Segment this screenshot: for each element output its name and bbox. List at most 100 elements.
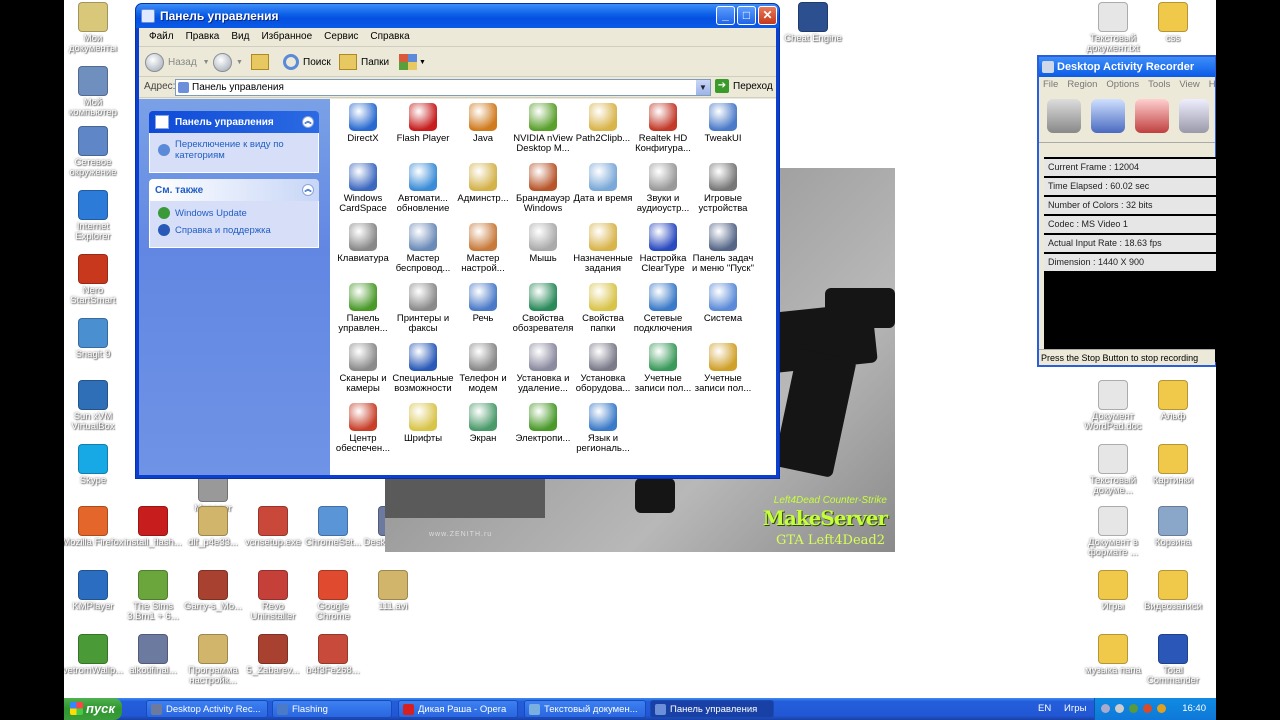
menu-help[interactable]: Справка [364, 28, 415, 45]
desktop-icon[interactable]: vetromWallp... [62, 634, 124, 676]
camera-icon[interactable] [1047, 99, 1081, 133]
desktop-icon[interactable]: Revo Uninstaller [242, 570, 304, 622]
desktop-icon[interactable]: Документ WordPad.doc [1082, 380, 1144, 432]
switch-category-view-link[interactable]: Переключение к виду по категориям [158, 139, 310, 161]
control-panel-item[interactable]: Назначенные задания [572, 223, 634, 274]
pane-control-panel-header[interactable]: Панель управления ︽ [149, 111, 319, 133]
control-panel-item[interactable]: Мастер беспровод... [392, 223, 454, 274]
windows-update-link[interactable]: Windows Update [158, 207, 310, 219]
forward-button[interactable]: ▼ [213, 51, 243, 73]
desktop-icon[interactable]: Текстовый документ.txt [1082, 2, 1144, 54]
control-panel-item[interactable]: Java [452, 103, 514, 144]
control-panel-item[interactable]: Сканеры и камеры [332, 343, 394, 394]
recorder-menu-tools[interactable]: Tools [1148, 79, 1170, 90]
pages-icon[interactable] [1179, 99, 1209, 133]
desktop-icon[interactable]: Google Chrome [302, 570, 364, 622]
control-panel-item[interactable]: Специальные возможности [392, 343, 454, 394]
control-panel-item[interactable]: Path2Clipb... [572, 103, 634, 144]
control-panel-item[interactable]: Брандмауэр Windows [512, 163, 574, 214]
desktop-icon[interactable]: Корзина [1142, 506, 1204, 548]
control-panel-item[interactable]: Панель задач и меню "Пуск" [692, 223, 754, 274]
address-input[interactable]: Панель управления ▼ [175, 79, 711, 96]
control-panel-item[interactable]: Установка и удаление... [512, 343, 574, 394]
tray-volume-icon[interactable] [1115, 704, 1124, 713]
control-panel-item[interactable]: Админстр... [452, 163, 514, 204]
control-panel-item[interactable]: Звуки и аудиоустр... [632, 163, 694, 214]
taskbar-button[interactable]: Дикая Раша - Opera [398, 700, 518, 718]
control-panel-item[interactable]: Realtek HD Конфигура... [632, 103, 694, 154]
control-panel-item[interactable]: Сетевые подключения [632, 283, 694, 334]
desktop-icon[interactable]: KMPlayer [62, 570, 124, 612]
recorder-menu-view[interactable]: View [1179, 79, 1199, 90]
control-panel-item[interactable]: Телефон и модем [452, 343, 514, 394]
taskbar-button[interactable]: Desktop Activity Rec... [146, 700, 268, 718]
clock[interactable]: 16:40 [1182, 703, 1206, 714]
desktop-icon[interactable]: alkotifinal... [122, 634, 184, 676]
menu-favorites[interactable]: Избранное [255, 28, 318, 45]
desktop-icon[interactable]: Мой компьютер [62, 66, 124, 118]
folders-button[interactable]: Папки [339, 51, 389, 73]
help-support-link[interactable]: Справка и поддержка [158, 224, 310, 236]
control-panel-item[interactable]: Панель управлен... [332, 283, 394, 334]
control-panel-item[interactable]: Windows CardSpace [332, 163, 394, 214]
record-camera-icon[interactable] [1091, 99, 1125, 133]
chevron-up-icon[interactable]: ︽ [302, 184, 314, 196]
control-panel-item[interactable]: Экран [452, 403, 514, 444]
desktop-icon[interactable]: Garry-s_Mo... [182, 570, 244, 612]
control-panel-item[interactable]: Настройка ClearType [632, 223, 694, 274]
desktop-icon[interactable]: Сетевое окружение [62, 126, 124, 178]
control-panel-item[interactable]: Речь [452, 283, 514, 324]
control-panel-item[interactable]: Автомати... обновление [392, 163, 454, 214]
tray-update-icon[interactable] [1157, 704, 1166, 713]
up-folder-button[interactable] [251, 51, 269, 73]
control-panel-item[interactable]: Мышь [512, 223, 574, 264]
desktop-icon[interactable]: css [1142, 2, 1204, 44]
menu-view[interactable]: Вид [225, 28, 255, 45]
desktop-icon[interactable]: Игры [1082, 570, 1144, 612]
menu-tools[interactable]: Сервис [318, 28, 364, 45]
desktop-icon[interactable]: музыка папа [1082, 634, 1144, 676]
quick-launch-games[interactable]: Игры [1064, 703, 1086, 714]
desktop-icon[interactable]: Internet Explorer [62, 190, 124, 242]
control-panel-item[interactable]: Свойства папки [572, 283, 634, 334]
taskbar-button[interactable]: Панель управления [650, 700, 774, 718]
desktop-icon[interactable]: Nero StartSmart [62, 254, 124, 306]
desktop-icon[interactable]: Cheat Engine [782, 2, 844, 44]
desktop-icon[interactable]: Skype [62, 444, 124, 486]
control-panel-item[interactable]: Учетные записи пол... [692, 343, 754, 394]
desktop-icon[interactable]: Текстовый докуме... [1082, 444, 1144, 496]
recorder-menu-region[interactable]: Region [1067, 79, 1097, 90]
taskbar-button[interactable]: Flashing [272, 700, 392, 718]
language-indicator[interactable]: EN [1038, 703, 1051, 714]
chevron-up-icon[interactable]: ︽ [302, 116, 314, 128]
desktop-icon[interactable]: b4f3Fe268... [302, 634, 364, 676]
tray-app-icon[interactable] [1129, 704, 1138, 713]
control-panel-item[interactable]: Принтеры и факсы [392, 283, 454, 334]
tray-security-icon[interactable] [1143, 704, 1152, 713]
desktop-icon[interactable]: Документ в формате ... [1082, 506, 1144, 558]
control-panel-item[interactable]: Свойства обозревателя [512, 283, 574, 334]
pane-see-also-header[interactable]: См. также ︽ [149, 179, 319, 201]
control-panel-item[interactable]: Учетные записи пол... [632, 343, 694, 394]
tray-network-icon[interactable] [1101, 704, 1110, 713]
desktop-icon[interactable]: Альф [1142, 380, 1204, 422]
control-panel-item[interactable]: Flash Player [392, 103, 454, 144]
desktop-icon[interactable]: install_flash... [122, 506, 184, 548]
desktop-icon[interactable]: ChromeSet... [302, 506, 364, 548]
control-panel-item[interactable]: Язык и региональ... [572, 403, 634, 454]
control-panel-item[interactable]: Мастер настрой... [452, 223, 514, 274]
control-panel-item[interactable]: Система [692, 283, 754, 324]
stop-camera-icon[interactable] [1135, 99, 1169, 133]
control-panel-item[interactable]: Установка оборудова... [572, 343, 634, 394]
recorder-titlebar[interactable]: Desktop Activity Recorder [1039, 57, 1215, 77]
desktop-icon[interactable]: dlf_p4e33... [182, 506, 244, 548]
control-panel-window[interactable]: Панель управления _ □ ✕ Файл Правка Вид Изб… [135, 3, 780, 479]
desktop-icon[interactable]: Mozilla Firefox [62, 506, 124, 548]
control-panel-titlebar[interactable]: Панель управления _ □ ✕ [136, 4, 779, 28]
control-panel-item[interactable]: Центр обеспечен... [332, 403, 394, 454]
desktop-icon[interactable]: Мои документы [62, 2, 124, 54]
recorder-menu-file[interactable]: File [1043, 79, 1058, 90]
desktop-icon[interactable]: Total Commander [1142, 634, 1204, 686]
address-dropdown-button[interactable]: ▼ [696, 80, 710, 95]
back-button[interactable]: Назад ▼ [145, 51, 210, 73]
